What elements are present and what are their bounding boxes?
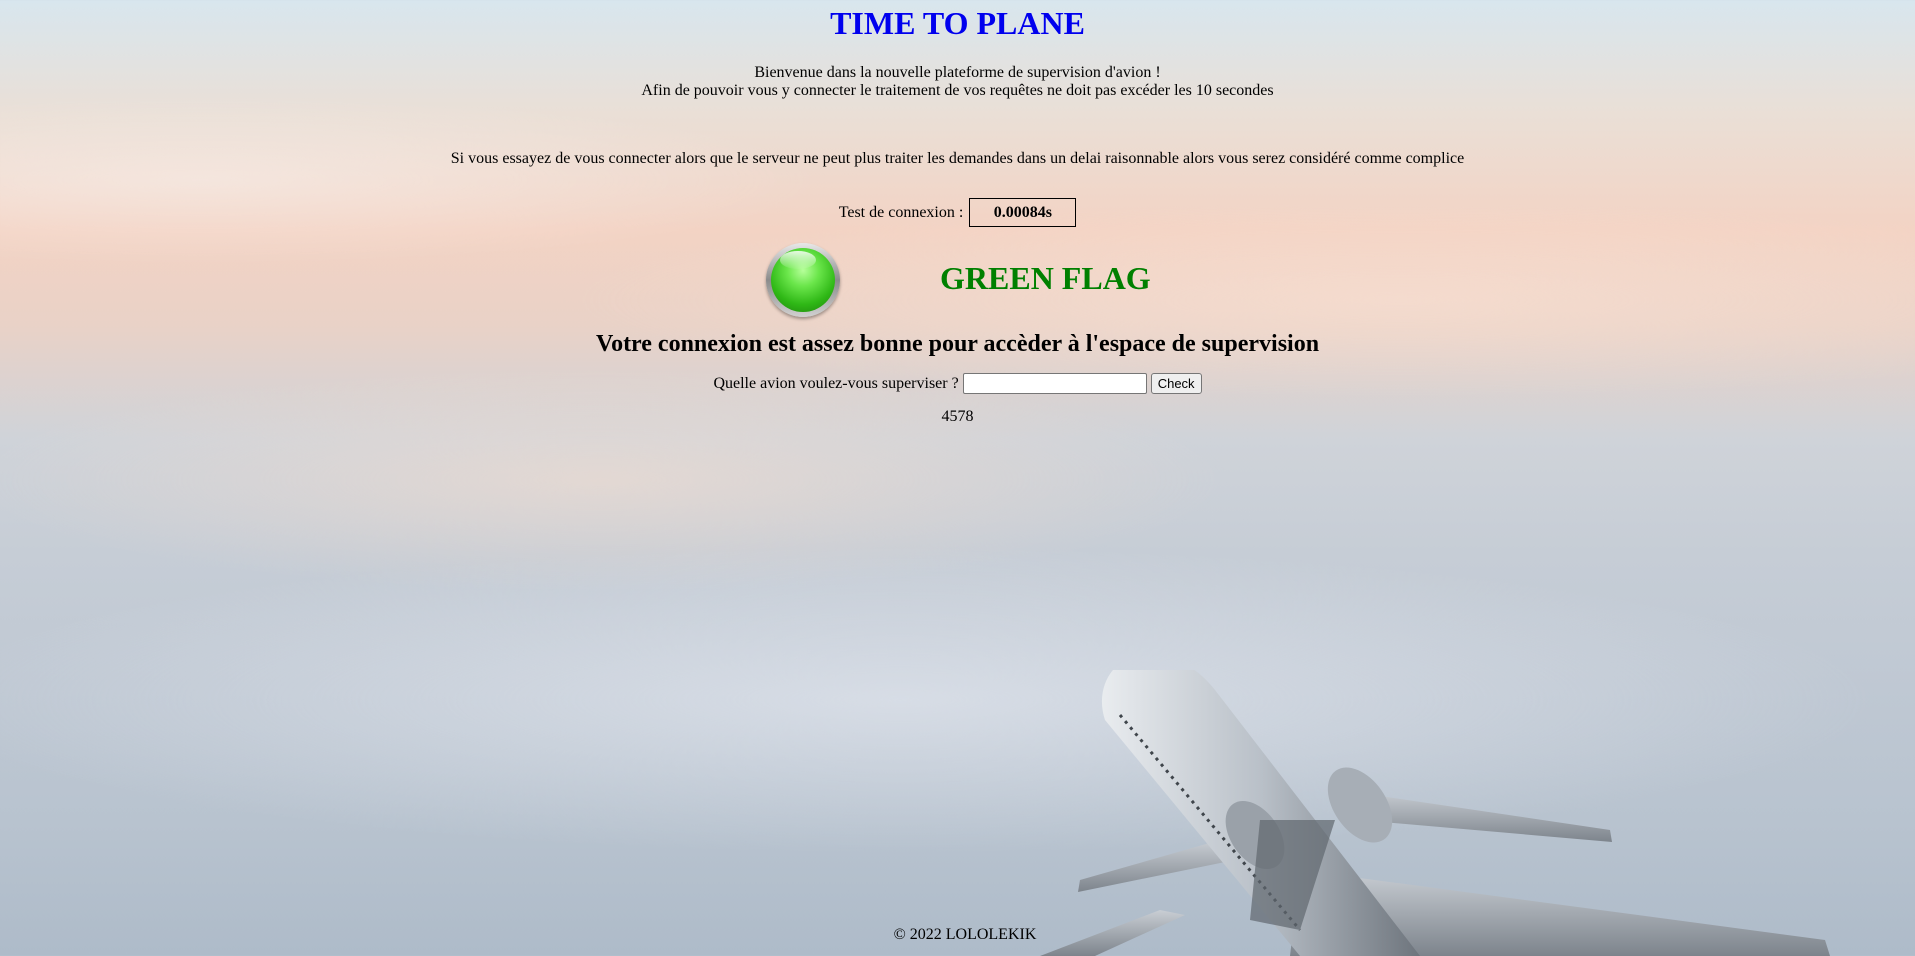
flag-label: GREEN FLAG (940, 260, 1151, 296)
intro-text: Bienvenue dans la nouvelle plateforme de… (0, 64, 1915, 100)
plane-input-label: Quelle avion voulez-vous superviser ? (713, 374, 959, 392)
page-title: TIME TO PLANE (830, 5, 1085, 41)
warning-text: Si vous essayez de vous connecter alors … (450, 150, 1465, 167)
main-content: TIME TO PLANE Bienvenue dans la nouvelle… (0, 0, 1915, 426)
intro-line-1: Bienvenue dans la nouvelle plateforme de… (754, 64, 1161, 81)
check-button[interactable]: Check (1150, 373, 1202, 394)
footer-copyright: © 2022 LOLOLEKIK (893, 926, 1037, 943)
plane-form: Quelle avion voulez-vous superviser ? Ch… (0, 373, 1915, 394)
flag-row: GREEN FLAG (0, 243, 1915, 323)
plane-input[interactable] (962, 373, 1147, 394)
airplane-illustration (1040, 670, 1830, 956)
status-message: Votre connexion est assez bonne pour acc… (595, 331, 1320, 357)
result-value: 4578 (941, 408, 974, 425)
connection-test: Test de connexion : 0.00084s (0, 198, 1915, 227)
led-shine (780, 251, 816, 269)
green-led-icon (766, 243, 840, 317)
connection-test-value: 0.00084s (969, 198, 1077, 227)
connection-test-label: Test de connexion : (838, 203, 964, 221)
intro-line-2: Afin de pouvoir vous y connecter le trai… (641, 82, 1274, 99)
